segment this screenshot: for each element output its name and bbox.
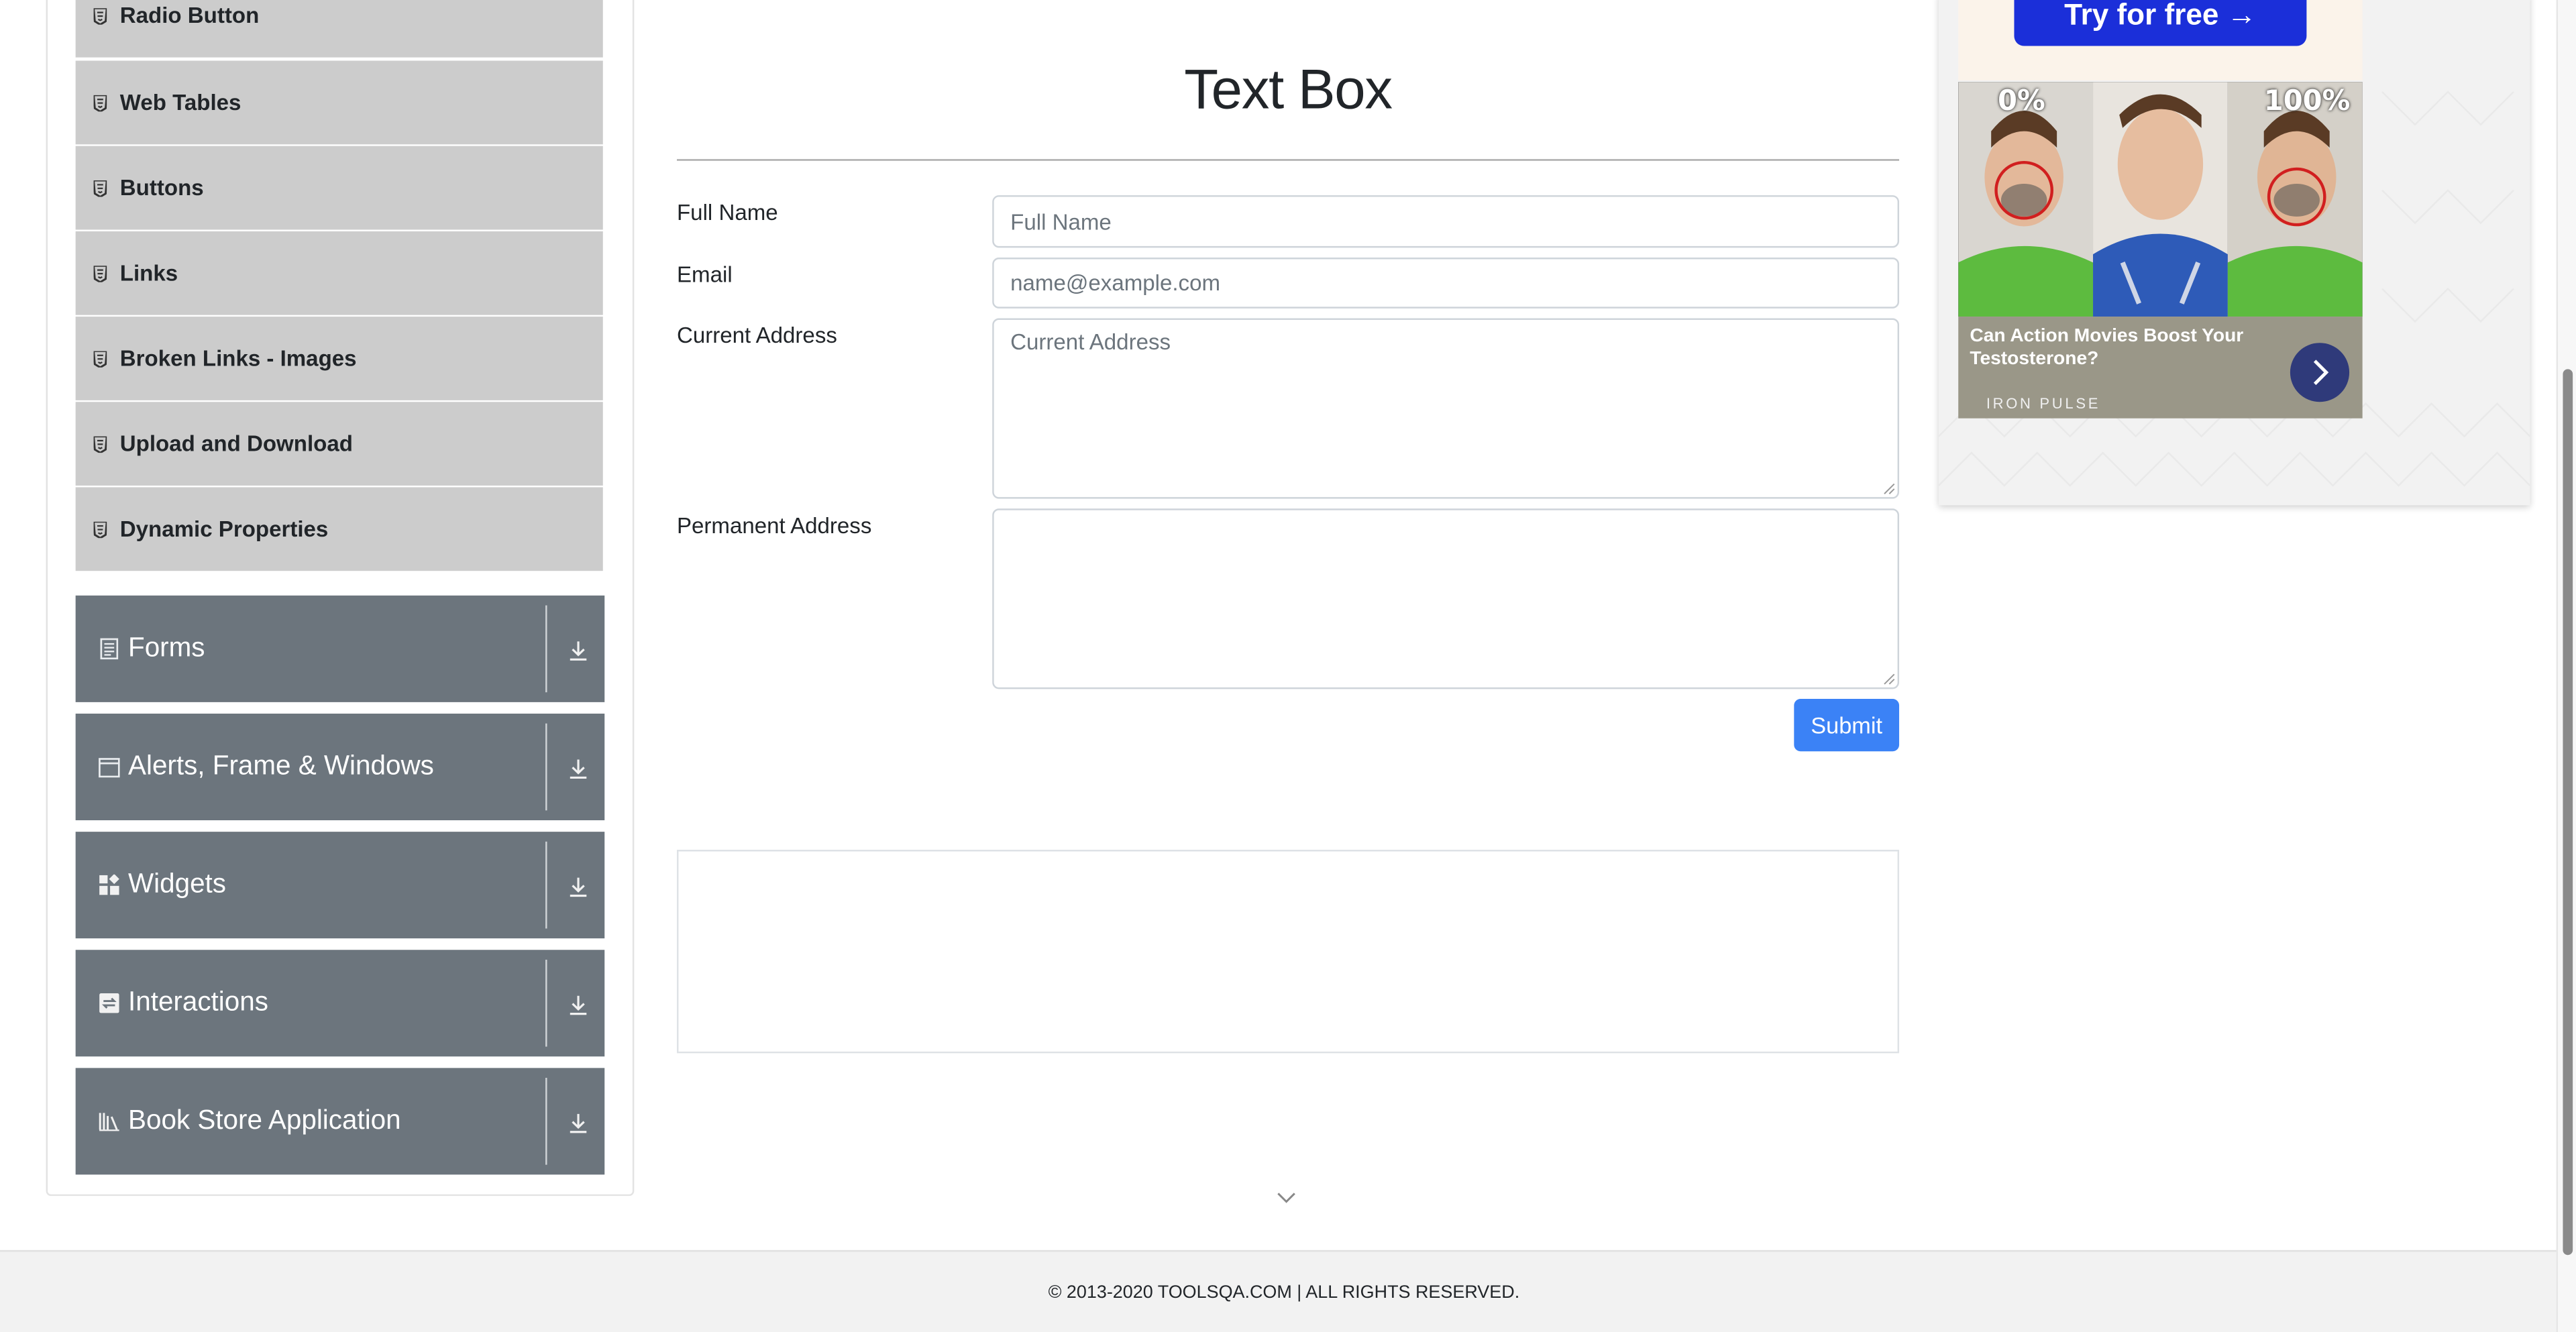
email-input[interactable]: [992, 258, 1900, 309]
sidebar-group-label: Alerts, Frame & Windows: [128, 751, 434, 781]
sidebar-item-upload-download[interactable]: Upload and Download: [75, 402, 603, 486]
html5-icon: [93, 94, 107, 111]
ad-cta-button[interactable]: Try for free →: [2014, 0, 2307, 46]
sidebar-item-broken-links[interactable]: Broken Links - Images: [75, 317, 603, 400]
sidebar-item-label: Buttons: [119, 175, 204, 201]
sidebar-group-alerts[interactable]: Alerts, Frame & Windows: [75, 714, 605, 820]
sidebar-group-label: Forms: [128, 633, 205, 663]
divider: [545, 959, 547, 1047]
sidebar-group-forms[interactable]: Forms: [75, 595, 605, 702]
footer: © 2013-2020 TOOLSQA.COM | ALL RIGHTS RES…: [0, 1250, 2568, 1332]
divider: [545, 1078, 547, 1165]
sidebar-item-buttons[interactable]: Buttons: [75, 146, 603, 230]
sidebar-item-links[interactable]: Links: [75, 231, 603, 315]
sidebar-group-interactions[interactable]: Interactions: [75, 950, 605, 1057]
scrollbar-thumb[interactable]: [2563, 369, 2573, 1256]
current-address-label: Current Address: [676, 323, 837, 348]
html5-icon: [93, 179, 107, 197]
ad-brand: IRON PULSE: [1986, 395, 2101, 412]
sidebar-group-label: Interactions: [128, 987, 268, 1017]
divider: [545, 605, 547, 693]
page-title: Text Box: [1184, 59, 1393, 122]
ad-caption[interactable]: Can Action Movies Boost Your Testosteron…: [1958, 317, 2363, 419]
html5-icon: [93, 350, 107, 367]
sidebar-item-label: Links: [119, 260, 178, 286]
document-icon: [99, 638, 120, 660]
books-icon: [99, 1111, 120, 1132]
sidebar-group-label: Book Store Application: [128, 1105, 401, 1135]
sidebar-group-label: Widgets: [128, 869, 227, 899]
widgets-icon: [99, 874, 120, 896]
sidebar-item-dynamic-properties[interactable]: Dynamic Properties: [75, 487, 603, 571]
sidebar-item-label: Web Tables: [119, 90, 241, 115]
submit-button[interactable]: Submit: [1794, 698, 1900, 752]
page: Radio Button Web Tables Buttons Links Br…: [0, 0, 2576, 1332]
resize-handle-icon[interactable]: [1883, 673, 1896, 686]
ad-percent-left: 0%: [1997, 85, 2045, 119]
copyright-text: © 2013-2020 TOOLSQA.COM | ALL RIGHTS RES…: [1048, 1282, 1520, 1302]
chevron-right-icon[interactable]: [2290, 343, 2350, 402]
ad-headline: Can Action Movies Boost Your Testosteron…: [1970, 326, 2244, 370]
sidebar-item-label: Upload and Download: [119, 431, 353, 456]
download-icon[interactable]: [562, 750, 595, 786]
permanent-address-label: Permanent Address: [676, 513, 872, 539]
email-label: Email: [676, 262, 733, 288]
interactions-icon: [99, 993, 120, 1014]
scrollbar[interactable]: [2556, 0, 2576, 1332]
html5-icon: [93, 520, 107, 538]
full-name-input[interactable]: [992, 195, 1900, 248]
divider: [545, 841, 547, 929]
resize-handle-icon[interactable]: [1883, 482, 1896, 496]
sidebar-item-label: Radio Button: [119, 3, 260, 28]
html5-icon: [93, 435, 107, 452]
output-panel: [676, 850, 1900, 1054]
ad-percent-right: 100%: [2263, 85, 2351, 119]
download-icon[interactable]: [562, 632, 595, 668]
sidebar-group-book-store[interactable]: Book Store Application: [75, 1068, 605, 1175]
sidebar-item-web-tables[interactable]: Web Tables: [75, 60, 603, 145]
permanent-address-textarea[interactable]: [992, 508, 1900, 689]
window-icon: [99, 757, 120, 778]
chevron-down-icon[interactable]: [1275, 1189, 1297, 1205]
html5-icon: [93, 265, 107, 282]
html5-icon: [93, 7, 107, 24]
current-address-textarea[interactable]: [992, 318, 1900, 499]
full-name-label: Full Name: [676, 200, 778, 225]
sidebar-item-label: Dynamic Properties: [119, 516, 329, 542]
ad-image[interactable]: 0% 100%: [1958, 82, 2363, 317]
download-icon[interactable]: [562, 986, 595, 1022]
download-icon[interactable]: [562, 868, 595, 904]
sidebar-item-radio-button[interactable]: Radio Button: [75, 0, 603, 58]
divider: [545, 723, 547, 811]
sidebar-group-widgets[interactable]: Widgets: [75, 832, 605, 939]
download-icon[interactable]: [562, 1104, 595, 1140]
sidebar-item-label: Broken Links - Images: [119, 346, 357, 371]
title-divider: [676, 159, 1900, 161]
